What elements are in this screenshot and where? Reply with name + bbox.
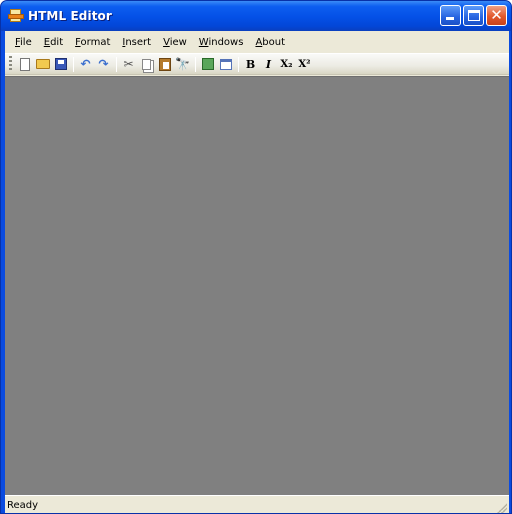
menu-about[interactable]: About — [249, 35, 291, 50]
save-icon — [54, 58, 67, 70]
window-title: HTML Editor — [28, 9, 112, 23]
title-bar[interactable]: HTML Editor ✕ — [1, 1, 511, 31]
superscript-button[interactable]: X² — [296, 55, 313, 73]
italic-icon: I — [265, 57, 272, 71]
minimize-button[interactable] — [440, 5, 461, 26]
window-button[interactable] — [217, 55, 234, 73]
redo-button[interactable]: ↷ — [95, 55, 112, 73]
copy-button[interactable] — [138, 55, 155, 73]
italic-button[interactable]: I — [260, 55, 277, 73]
maximize-icon — [468, 10, 480, 21]
maximize-button[interactable] — [463, 5, 484, 26]
app-window: HTML Editor ✕ File Edit Format Insert Vi… — [0, 0, 512, 514]
window-controls: ✕ — [440, 5, 507, 26]
close-button[interactable]: ✕ — [486, 5, 507, 26]
undo-icon: ↶ — [80, 57, 91, 71]
open-button[interactable] — [34, 55, 51, 73]
menu-view-label: iew — [169, 36, 187, 48]
new-icon — [19, 57, 30, 71]
menu-file[interactable]: File — [9, 35, 38, 50]
minimize-icon — [446, 17, 454, 20]
bold-button[interactable]: B — [242, 55, 259, 73]
close-icon: ✕ — [490, 6, 503, 24]
toolbar-grip[interactable] — [9, 56, 12, 72]
toolbar-separator — [116, 56, 117, 72]
open-icon — [35, 59, 50, 69]
export-icon — [201, 58, 214, 70]
save-button[interactable] — [52, 55, 69, 73]
menu-bar: File Edit Format Insert View Windows Abo… — [5, 31, 509, 53]
find-button[interactable]: 🔭 — [174, 55, 191, 73]
new-button[interactable] — [16, 55, 33, 73]
menu-insert-label: nsert — [125, 36, 152, 48]
toolbar-separator — [73, 56, 74, 72]
menu-view[interactable]: View — [157, 35, 193, 50]
menu-about-label: bout — [262, 36, 286, 48]
subscript-icon: X₂ — [280, 58, 293, 70]
copy-icon — [142, 58, 151, 70]
paste-button[interactable] — [156, 55, 173, 73]
menu-insert[interactable]: Insert — [116, 35, 157, 50]
cut-button[interactable]: ✂ — [120, 55, 137, 73]
redo-icon: ↷ — [98, 57, 109, 71]
menu-format[interactable]: Format — [69, 35, 116, 50]
menu-view-accel: V — [163, 36, 170, 48]
menu-file-label: ile — [20, 36, 32, 48]
cut-icon: ✂ — [123, 57, 134, 71]
status-bar: Ready — [5, 495, 509, 513]
find-icon: 🔭 — [175, 57, 190, 71]
toolbar: ↶ ↷ ✂ 🔭 B I X₂ X² — [5, 53, 509, 75]
toolbar-separator — [195, 56, 196, 72]
export-button[interactable] — [199, 55, 216, 73]
subscript-button[interactable]: X₂ — [278, 55, 295, 73]
status-text: Ready — [7, 500, 39, 511]
menu-format-label: ormat — [80, 36, 111, 48]
window-icon — [219, 58, 232, 70]
paste-icon — [158, 57, 171, 71]
menu-windows-label: indows — [208, 36, 244, 48]
resize-grip[interactable] — [497, 503, 507, 513]
toolbar-separator — [238, 56, 239, 72]
app-icon[interactable] — [8, 8, 24, 24]
bold-icon: B — [245, 57, 256, 71]
menu-edit-label: dit — [50, 36, 64, 48]
mdi-workspace[interactable] — [5, 76, 509, 495]
superscript-icon: X² — [298, 58, 311, 70]
app-icon-band — [8, 14, 24, 19]
menu-edit[interactable]: Edit — [38, 35, 69, 50]
menu-windows[interactable]: Windows — [193, 35, 250, 50]
client-area: File Edit Format Insert View Windows Abo… — [5, 31, 509, 513]
undo-button[interactable]: ↶ — [77, 55, 94, 73]
